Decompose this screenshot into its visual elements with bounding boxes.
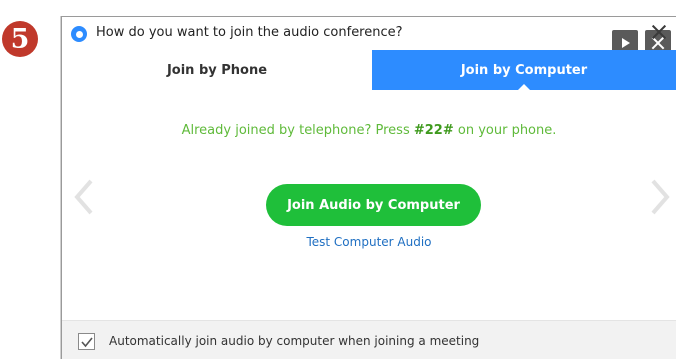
auto-join-checkbox[interactable] (78, 333, 95, 350)
instruction-code: #22# (413, 123, 454, 138)
window-title: How do you want to join the audio confer… (96, 25, 403, 40)
tab-join-by-phone[interactable]: Join by Phone (62, 50, 372, 90)
play-icon (622, 37, 630, 48)
tab-label: Join by Phone (166, 62, 268, 78)
step-number-badge: 5 (2, 21, 38, 57)
telephone-instruction: Already joined by telephone? Press #22# … (62, 123, 676, 138)
zoom-app-icon (71, 26, 87, 42)
instruction-prefix: Already joined by telephone? Press (181, 123, 414, 138)
chevron-right-icon[interactable] (650, 179, 670, 215)
tab-label: Join by Computer (460, 62, 588, 78)
close-window-icon[interactable] (651, 24, 667, 40)
join-audio-by-computer-button[interactable]: Join Audio by Computer (266, 184, 481, 226)
step-number: 5 (10, 23, 30, 55)
title-bar: How do you want to join the audio confer… (62, 17, 676, 55)
tab-join-by-computer[interactable]: Join by Computer (372, 50, 676, 91)
checkmark-icon (81, 337, 93, 348)
page: 5 How do you want to join the audio conf… (0, 0, 676, 359)
join-method-tabs: Join by Phone Join by Computer (62, 50, 676, 91)
auto-join-label: Automatically join audio by computer whe… (109, 334, 480, 348)
footer-bar: Automatically join audio by computer whe… (62, 320, 676, 359)
audio-conference-dialog: How do you want to join the audio confer… (61, 16, 676, 359)
test-computer-audio-link[interactable]: Test Computer Audio (62, 235, 676, 249)
instruction-suffix: on your phone. (453, 123, 557, 138)
active-tab-indicator (517, 84, 531, 91)
chevron-left-icon[interactable] (74, 179, 94, 215)
